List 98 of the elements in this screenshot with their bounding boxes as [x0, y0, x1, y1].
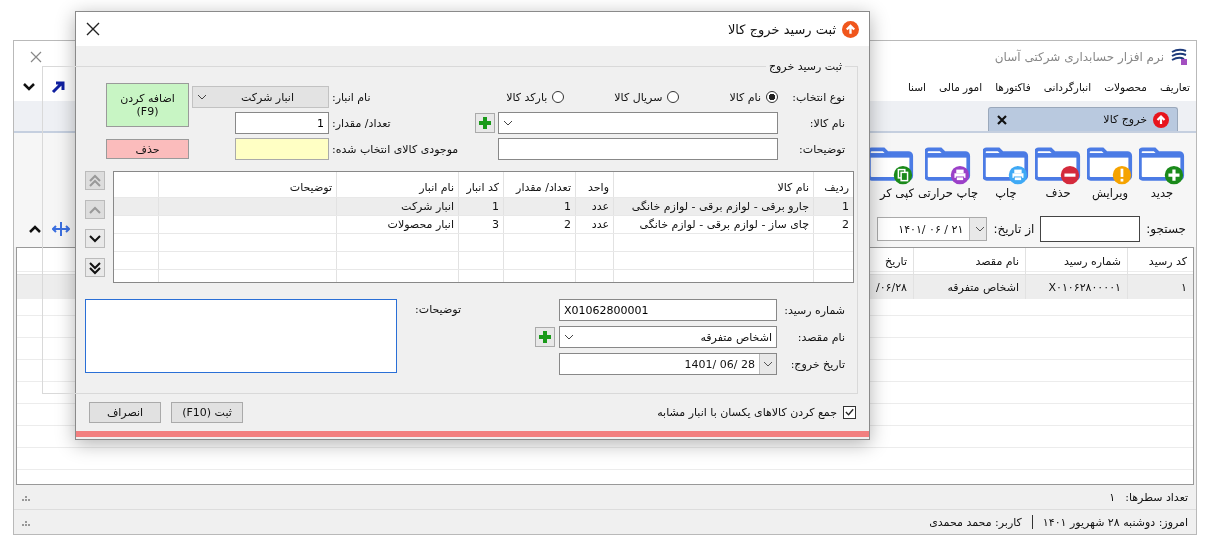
- close-icon[interactable]: [997, 114, 1007, 125]
- close-icon[interactable]: [86, 22, 100, 36]
- column-header[interactable]: شماره رسید: [1025, 248, 1127, 274]
- table-cell: اشخاص متفرقه: [913, 275, 1025, 299]
- column-header[interactable]: تعداد/ مقدار: [503, 172, 575, 197]
- chevron-down-icon[interactable]: [22, 82, 36, 92]
- double-chevron-icon: [88, 260, 103, 275]
- menu-item[interactable]: انبارگردانی: [1043, 81, 1092, 93]
- toolbar-button[interactable]: جدید: [1138, 144, 1186, 200]
- column-header[interactable]: نام کالا: [613, 172, 813, 197]
- table-cell: 1: [813, 198, 853, 215]
- date-picker[interactable]: ۱۴۰۱/ ۰۶ / ۲۱: [877, 217, 988, 241]
- add-button[interactable]: اضافه کردن (F9): [106, 83, 189, 127]
- column-header[interactable]: نام انبار: [336, 172, 458, 197]
- product-dropdown[interactable]: [498, 112, 778, 134]
- chevron-down-icon: [503, 120, 513, 126]
- table-cell: جارو برقی - لوازم برقی - لوازم خانگی: [613, 198, 813, 215]
- chevron-down-icon: [564, 334, 574, 340]
- column-header[interactable]: نام مقصد: [913, 248, 1025, 274]
- search-label: جستجو:: [1146, 222, 1186, 236]
- dialog-title: ثبت رسید خروج کالا: [727, 21, 836, 37]
- field-label: توضیحات:: [798, 142, 845, 156]
- search-field[interactable]: [1040, 216, 1141, 242]
- from-date-label: از تاریخ:: [993, 222, 1035, 236]
- receipt-number-field[interactable]: X01062800001: [559, 299, 777, 321]
- radio-option[interactable]: نام کالا: [729, 90, 778, 104]
- table-cell: 2: [503, 216, 575, 233]
- grip-icon: [22, 518, 30, 526]
- group-title: ثبت رسید خروج: [767, 60, 843, 73]
- grip-icon: [22, 493, 30, 501]
- move-row-button[interactable]: [85, 258, 106, 277]
- notes-field[interactable]: [85, 299, 398, 373]
- table-cell: عدد: [575, 198, 613, 215]
- toolbar-button[interactable]: حذف: [1034, 144, 1082, 200]
- table-cell: 1: [503, 198, 575, 215]
- field-label: نوع انتخاب:: [791, 90, 845, 104]
- status-user: کاربر: محمد محمدی: [929, 515, 1022, 529]
- column-header[interactable]: کد رسید: [1127, 248, 1193, 274]
- field-label: تاریخ خروج:: [789, 357, 845, 371]
- delete-button[interactable]: حذف: [106, 139, 189, 159]
- toolbar-button[interactable]: چاپ حرارتی: [917, 144, 978, 200]
- column-header[interactable]: کد انبار: [458, 172, 503, 197]
- double-chevron-icon: [88, 173, 103, 188]
- table-cell: انبار شرکت: [336, 198, 458, 215]
- table-cell: 1: [458, 198, 503, 215]
- up-arrow-icon: [842, 20, 859, 38]
- add-product-button[interactable]: [475, 113, 495, 133]
- table-cell: انبار محصولات: [336, 216, 458, 233]
- destination-dropdown[interactable]: اشخاص متفرقه: [559, 326, 777, 348]
- logo-icon: [1170, 48, 1188, 66]
- menu-item[interactable]: فاکتورها: [995, 81, 1031, 93]
- toolbar-button[interactable]: چاپ: [982, 144, 1030, 200]
- field-label: نام کالا:: [808, 116, 845, 130]
- table-cell: ۱: [1127, 275, 1193, 299]
- add-destination-button[interactable]: [535, 327, 555, 347]
- check-icon: [844, 406, 855, 418]
- field-label: شماره رسید:: [783, 303, 845, 317]
- field-label: تعداد/ مقدار:: [332, 116, 392, 130]
- column-header[interactable]: واحد: [575, 172, 613, 197]
- move-row-button[interactable]: [85, 229, 106, 248]
- toolbar-button[interactable]: ویرایش: [1086, 144, 1134, 200]
- column-header[interactable]: ردیف: [813, 172, 853, 197]
- menu-item[interactable]: تعاریف: [1159, 81, 1190, 93]
- table-cell: چای ساز - لوازم برقی - لوازم خانگی: [613, 216, 813, 233]
- plus-icon: [478, 116, 492, 130]
- table-cell: عدد: [575, 216, 613, 233]
- field-label: نام انبار:: [332, 90, 372, 104]
- arrow-icon[interactable]: [51, 80, 65, 94]
- column-header[interactable]: توضیحات: [158, 172, 336, 197]
- chevron-down-icon: [197, 94, 207, 100]
- field-label: توضیحات:: [415, 303, 461, 316]
- table-cell: X۰۱۰۶۲۸۰۰۰۰۱: [1025, 275, 1127, 299]
- menu-item[interactable]: محصولات: [1104, 81, 1147, 93]
- move-icon[interactable]: [52, 222, 70, 236]
- menu-item[interactable]: امور مالی: [939, 81, 983, 93]
- exit-date-picker[interactable]: 1401/ 06/ 28: [559, 353, 777, 375]
- field-label: نام مقصد:: [796, 330, 845, 344]
- status-date: امروز: دوشنبه ۲۸ شهریور ۱۴۰۱: [1042, 515, 1188, 529]
- up-arrow-icon: [1153, 111, 1169, 128]
- chevron-down-icon: [975, 226, 986, 232]
- document-tab[interactable]: خروج کالا: [988, 107, 1178, 131]
- chevron-down-icon: [763, 361, 773, 367]
- merge-checkbox[interactable]: جمع کردن کالاهای یکسان با انبار مشابه: [657, 405, 856, 419]
- table-cell: 2: [813, 216, 853, 233]
- quantity-field[interactable]: 1: [235, 112, 329, 134]
- table-cell: 3: [458, 216, 503, 233]
- row-count-label: تعداد سطرها:: [1125, 490, 1188, 504]
- radio-option[interactable]: بارکد کالا: [506, 90, 565, 104]
- dialog-button[interactable]: انصراف: [89, 401, 161, 423]
- radio-option[interactable]: سریال کالا: [614, 90, 680, 104]
- dialog-button[interactable]: ثبت (F10): [171, 401, 243, 423]
- plus-icon: [538, 330, 552, 344]
- row-count: ۱: [1109, 490, 1116, 504]
- description-field[interactable]: [498, 138, 778, 160]
- field-label: موجودی کالای انتخاب شده:: [332, 142, 460, 156]
- chevron-up-icon[interactable]: [28, 224, 42, 234]
- menu-item[interactable]: اسنا: [907, 81, 926, 93]
- window-title: نرم افزار حسابداری شرکتی آسان: [994, 50, 1164, 64]
